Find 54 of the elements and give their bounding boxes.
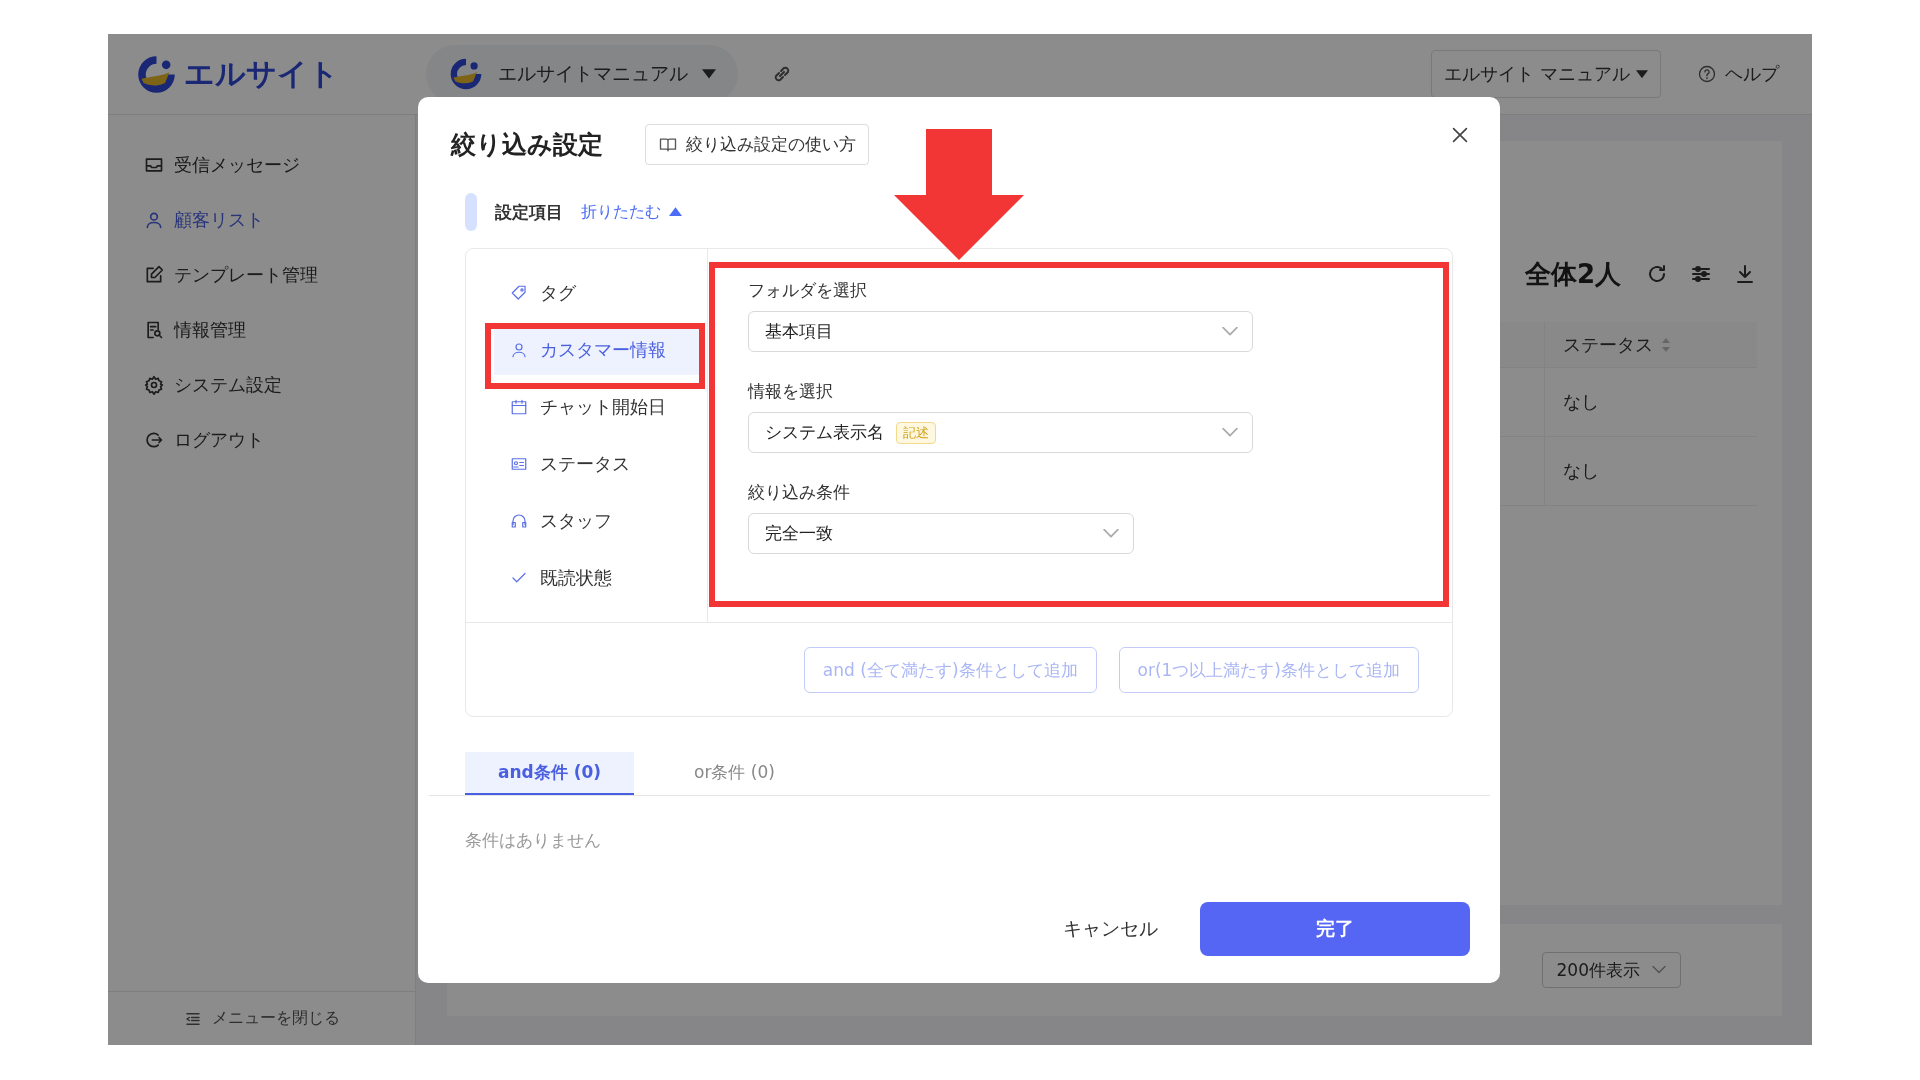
cancel-button[interactable]: キャンセル [1049,916,1172,942]
done-button[interactable]: 完了 [1200,902,1470,956]
select-field[interactable]: 完全一致 [748,513,1134,554]
edit-icon [144,264,164,285]
collapse-menu-button[interactable]: メニューを閉じる [108,991,415,1045]
chevron-down-icon [1222,428,1238,437]
table-cell: なし [1545,368,1757,437]
category-item[interactable]: ステータス [494,439,699,489]
caret-icon [669,207,682,217]
caret-icon [702,69,716,79]
user-icon [510,341,528,359]
document-icon [144,319,164,340]
sidebar-item[interactable]: 情報管理 [108,302,415,357]
chevron-down-icon [1103,529,1119,538]
table-cell: なし [1545,437,1757,506]
condition-tab[interactable]: or条件 (0) [650,752,819,795]
sidebar-item[interactable]: システム設定 [108,357,415,412]
select-field[interactable]: システム表示名 記述 [748,412,1253,453]
page-size-dropdown[interactable]: 200件表示 [1541,952,1681,988]
logout-icon [144,429,164,450]
brand-name: エルサイト [184,54,339,93]
chevron-down-icon [1652,966,1666,974]
field-label: 絞り込み条件 [748,481,851,503]
headset-icon [510,512,528,530]
section-marker [465,193,477,231]
sidebar-item[interactable]: 顧客リスト [108,192,415,247]
calendar-icon [510,398,528,416]
collapse-link[interactable]: 折りたたむ [581,201,682,223]
logo-icon [448,56,484,92]
condition-tab[interactable]: and条件 (0) [465,752,634,795]
id-card-icon [510,455,528,473]
dialog-title: 絞り込み設定 [451,129,603,161]
type-badge: 記述 [896,421,936,444]
caret-icon [1636,69,1648,79]
category-item[interactable]: タグ [494,268,699,318]
account-dropdown[interactable]: エルサイト マニュアル [1431,50,1661,98]
sidebar-item[interactable]: テンプレート管理 [108,247,415,302]
sort-icon [1661,336,1671,353]
sidebar-item[interactable]: 受信メッセージ [108,137,415,192]
sidebar-item[interactable]: ログアウト [108,412,415,467]
help-icon [1697,64,1717,84]
category-item[interactable]: スタッフ [494,496,699,546]
total-count: 全体2人 [1524,257,1621,291]
chevron-down-icon [1222,327,1238,336]
settings-icon [144,374,164,395]
select-field[interactable]: 基本項目 [748,311,1253,352]
section-title: 設定項目 [495,200,563,224]
guide-button[interactable]: 絞り込み設定の使い方 [645,124,869,165]
tag-icon [510,284,528,302]
category-item[interactable]: 既読状態 [494,553,699,603]
empty-message: 条件はありません [465,829,602,852]
help-link[interactable]: ヘルプ [1691,61,1785,87]
field-label: 情報を選択 [748,380,834,402]
field-label: フォルダを選択 [748,279,868,301]
